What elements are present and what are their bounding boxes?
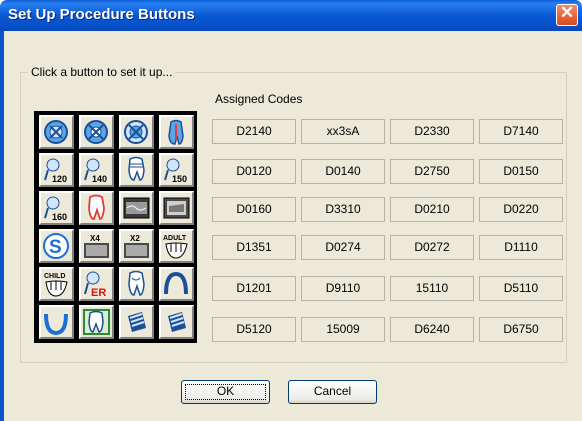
code-box: D3310 [301, 197, 385, 222]
code-box: 15009 [301, 317, 385, 342]
title-bar[interactable]: Set Up Procedure Buttons ✕ [0, 0, 582, 31]
code-box: D6240 [390, 317, 474, 342]
procedure-button-2-1[interactable]: 120 [39, 153, 74, 187]
procedure-button-6-2[interactable] [79, 305, 114, 339]
code-box: D9110 [301, 276, 385, 301]
code-box: D0160 [212, 197, 296, 222]
procedure-button-1-1[interactable] [39, 115, 74, 149]
procedure-button-4-4[interactable]: ADULT [159, 229, 194, 263]
exam-160-text: 160 [52, 212, 67, 222]
procedure-button-2-3[interactable] [119, 153, 154, 187]
adult-denture-icon: ADULT [163, 235, 188, 259]
quadrant-icon [44, 120, 68, 144]
implant-icon [168, 312, 186, 332]
group-label: Click a button to set it up... [28, 65, 176, 79]
close-icon: ✕ [559, 3, 575, 22]
code-box: D5120 [212, 317, 296, 342]
assigned-codes-label: Assigned Codes [215, 92, 303, 106]
exam-120-text: 120 [52, 174, 67, 184]
code-box: xx3sA [301, 119, 385, 144]
exam-150-text: 150 [172, 174, 187, 184]
procedure-button-1-2[interactable] [79, 115, 114, 149]
code-box: 15110 [390, 276, 474, 301]
tooth-section-icon [168, 119, 184, 145]
crown-icon [128, 156, 145, 181]
child-denture-icon: CHILD [44, 273, 68, 297]
exam-150-icon: 150 [164, 158, 187, 184]
xray-x4-text: X4 [90, 234, 100, 243]
procedure-button-3-4[interactable] [159, 191, 194, 225]
code-box: D1110 [479, 235, 563, 260]
extraction-icon [128, 270, 145, 296]
exam-140-text: 140 [92, 174, 107, 184]
procedure-button-4-2[interactable]: X4 [79, 229, 114, 263]
cancel-button[interactable]: Cancel [288, 380, 377, 404]
xray-x4-icon: X4 [84, 234, 109, 258]
sealant-icon: S [43, 233, 69, 259]
focus-rectangle [185, 384, 266, 400]
arch-icon [164, 271, 188, 295]
code-box: D1201 [212, 276, 296, 301]
procedure-button-4-1[interactable]: S [39, 229, 74, 263]
code-box: D0140 [301, 159, 385, 184]
tooth-icon [88, 194, 105, 220]
code-box: D2750 [390, 159, 474, 184]
code-box: D1351 [212, 235, 296, 260]
code-box: D0120 [212, 159, 296, 184]
child-text: CHILD [44, 273, 65, 280]
code-box: D6750 [479, 317, 563, 342]
procedure-button-5-2[interactable]: ER [79, 267, 114, 301]
procedure-button-3-2[interactable] [79, 191, 114, 225]
code-box: D5110 [479, 276, 563, 301]
code-box: D0210 [390, 197, 474, 222]
code-box: D2330 [390, 119, 474, 144]
procedure-button-4-3[interactable]: X2 [119, 229, 154, 263]
procedure-button-1-3[interactable] [119, 115, 154, 149]
code-box: D0220 [479, 197, 563, 222]
procedure-icon-grid: 120 140 150 160 S X4 X2 ADULT CHILD ER [34, 111, 197, 343]
xray-x2-icon: X2 [124, 234, 149, 258]
cancel-button-label: Cancel [313, 384, 352, 398]
xray-film-icon [123, 197, 150, 219]
procedure-button-3-3[interactable] [119, 191, 154, 225]
window-title: Set Up Procedure Buttons [8, 6, 195, 23]
ok-button[interactable]: OK [181, 380, 270, 404]
exam-140-icon: 140 [84, 158, 107, 184]
procedure-button-5-4[interactable] [159, 267, 194, 301]
procedure-button-2-4[interactable]: 150 [159, 153, 194, 187]
lower-arch-icon [44, 313, 68, 336]
er-exam-icon: ER [84, 271, 106, 298]
procedure-button-3-1[interactable]: 160 [39, 191, 74, 225]
procedure-button-5-1[interactable]: CHILD [39, 267, 74, 301]
exam-160-icon: 160 [44, 196, 67, 222]
quadrant-icon [84, 120, 108, 144]
code-box: D0150 [479, 159, 563, 184]
quadrant-icon [124, 120, 148, 144]
adult-text: ADULT [163, 235, 187, 242]
xray-x2-text: X2 [130, 234, 140, 243]
sealant-text: S [49, 237, 62, 258]
xray-panoramic-icon [163, 197, 190, 219]
exam-120-icon: 120 [44, 158, 67, 184]
procedure-button-2-2[interactable]: 140 [79, 153, 114, 187]
tooth-highlighted-icon [83, 309, 110, 335]
code-box: D0272 [390, 235, 474, 260]
dialog-window: Set Up Procedure Buttons ✕ Click a butto… [0, 0, 582, 421]
code-box: D7140 [479, 119, 563, 144]
code-box: D0274 [301, 235, 385, 260]
procedure-button-1-4[interactable] [159, 115, 194, 149]
procedure-button-5-3[interactable] [119, 267, 154, 301]
er-text: ER [91, 287, 106, 298]
close-button[interactable]: ✕ [556, 3, 578, 26]
implant-icon [128, 312, 146, 332]
code-box: D2140 [212, 119, 296, 144]
procedure-button-6-4[interactable] [159, 305, 194, 339]
procedure-button-6-3[interactable] [119, 305, 154, 339]
procedure-button-6-1[interactable] [39, 305, 74, 339]
